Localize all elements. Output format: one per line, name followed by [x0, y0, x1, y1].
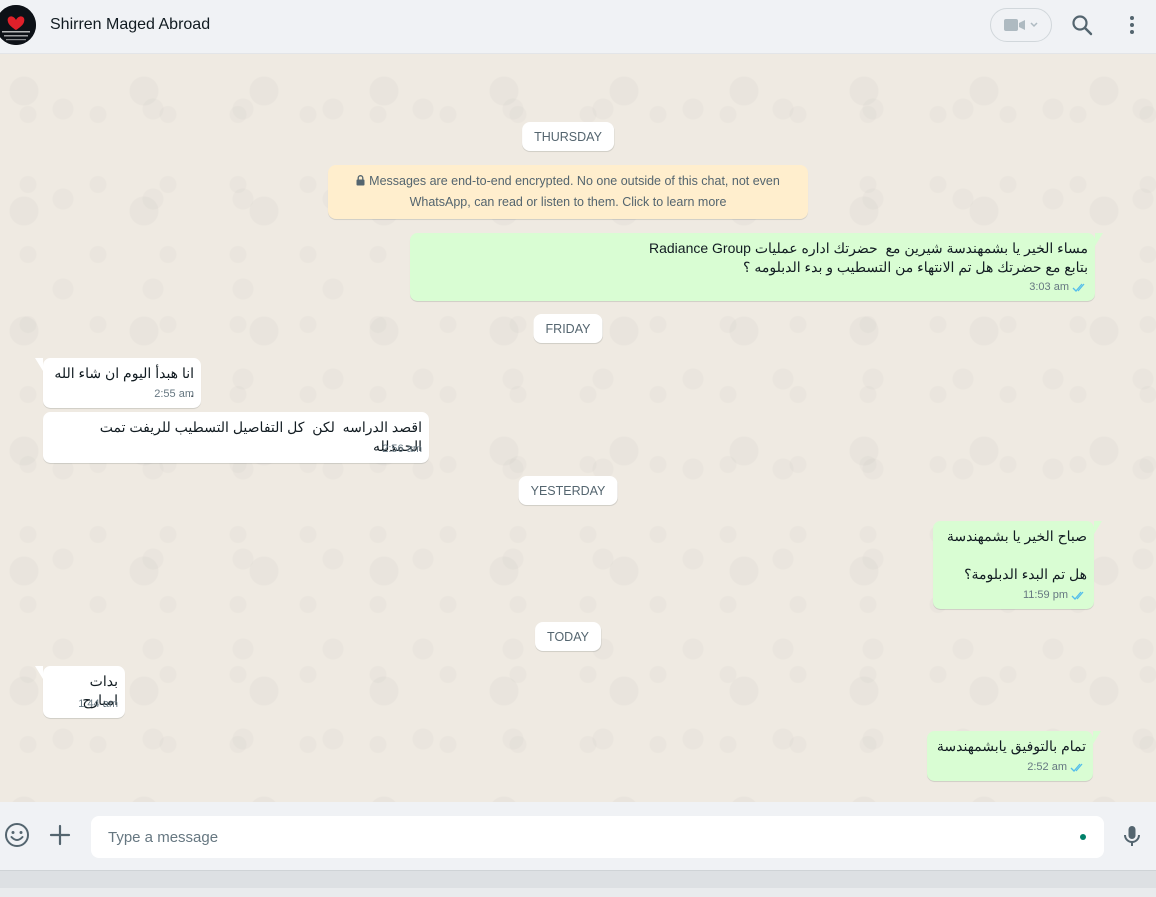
double-check-icon [1070, 763, 1083, 772]
avatar-image [0, 5, 36, 45]
bubble-tail [1094, 521, 1102, 534]
whatsapp-window: Shirren Maged Abroad THURSDAY Messages a… [0, 0, 1156, 897]
double-check-icon [1072, 283, 1085, 292]
taskbar-strip [0, 888, 1156, 897]
message-bubble-outgoing[interactable]: صباح الخير يا بشمهندسة هل تم البدء الدبل… [933, 521, 1102, 609]
message-meta: 3:03 am [1029, 278, 1088, 297]
message-text: صباح الخير يا بشمهندسة هل تم البدء الدبل… [946, 528, 1087, 582]
message-time: 2:55 am [154, 388, 194, 400]
message-bubble-incoming[interactable]: اقصد الدراسه لكن كل التفاصيل التسطيب للر… [43, 412, 429, 463]
encryption-notice[interactable]: Messages are end-to-end encrypted. No on… [328, 165, 808, 219]
taskbar [0, 870, 1156, 897]
bubble-tail [1093, 731, 1101, 744]
date-separator-yesterday: YESTERDAY [518, 476, 618, 505]
composer-bar [0, 802, 1156, 870]
bubble-tail [1095, 233, 1103, 246]
message-meta: 2:52 am [1027, 758, 1086, 777]
message-text: تمام بالتوفيق يابشمهندسة [936, 738, 1086, 754]
plus-icon[interactable] [48, 823, 72, 847]
chevron-down-icon [1030, 22, 1038, 28]
bubble-tail [35, 358, 43, 371]
message-time: 11:59 pm [1022, 589, 1068, 601]
video-call-icon [1004, 19, 1025, 31]
message-bubble-incoming[interactable]: انا هبدأ اليوم ان شاء الله . 2:55 am [35, 358, 201, 408]
chat-header: Shirren Maged Abroad [0, 0, 1156, 54]
message-text: مساء الخير يا بشمهندسة شيرين مع حضرتك اد… [649, 240, 1088, 275]
lock-icon [356, 175, 365, 186]
status-dot [1080, 834, 1086, 840]
double-check-icon [1071, 591, 1084, 600]
message-meta: 11:59 pm [1023, 586, 1087, 605]
message-meta: 1:44 am [78, 695, 118, 714]
message-bubble-outgoing[interactable]: مساء الخير يا بشمهندسة شيرين مع حضرتك اد… [410, 233, 1103, 301]
contact-name[interactable]: Shirren Maged Abroad [50, 16, 210, 34]
date-separator-friday: FRIDAY [533, 314, 603, 343]
encryption-line-2: WhatsApp, can read or listen to them. Cl… [409, 195, 727, 209]
encryption-line-1: Messages are end-to-end encrypted. No on… [369, 174, 780, 188]
message-time: 3:03 am [1029, 281, 1069, 293]
contact-avatar[interactable] [0, 5, 36, 45]
emoji-icon[interactable] [4, 822, 30, 848]
message-text: اقصد الدراسه لكن كل التفاصيل التسطيب للر… [95, 419, 422, 454]
message-meta: 2:56 am [382, 440, 422, 459]
mic-icon[interactable] [1120, 824, 1144, 848]
message-bubble-incoming[interactable]: بدات امبارح 1:44 am [35, 666, 125, 718]
date-separator-thursday: THURSDAY [522, 122, 614, 151]
message-input[interactable] [91, 816, 1104, 858]
message-time: 2:56 am [382, 443, 422, 455]
bubble-tail [35, 666, 43, 679]
message-time: 2:52 am [1027, 761, 1067, 773]
date-separator-today: TODAY [535, 622, 601, 651]
menu-icon[interactable] [1120, 13, 1144, 37]
message-time: 1:44 am [78, 698, 118, 710]
chat-panel[interactable]: THURSDAY Messages are end-to-end encrypt… [0, 55, 1156, 802]
search-icon[interactable] [1070, 13, 1094, 37]
message-bubble-outgoing[interactable]: تمام بالتوفيق يابشمهندسة 2:52 am [927, 731, 1101, 781]
video-call-button[interactable] [990, 8, 1052, 42]
message-meta: 2:55 am [154, 385, 194, 404]
